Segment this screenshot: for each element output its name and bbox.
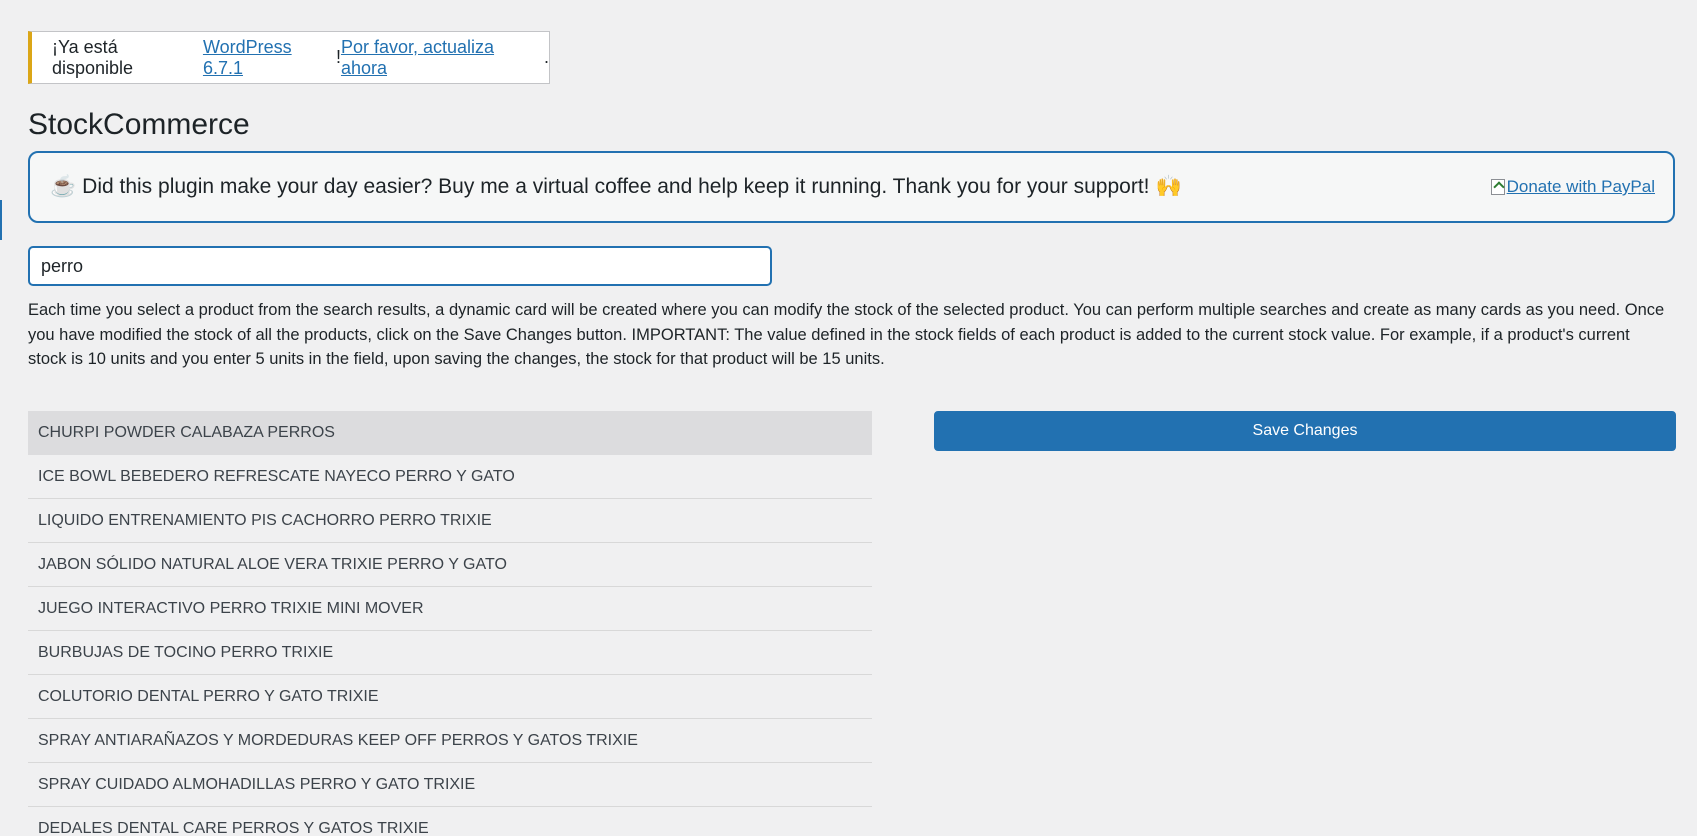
search-result-item[interactable]: COLUTORIO DENTAL PERRO Y GATO TRIXIE [28, 675, 872, 719]
coffee-icon: ☕ [50, 175, 77, 198]
wordpress-version-link[interactable]: WordPress 6.7.1 [203, 37, 336, 79]
raised-hands-icon: 🙌 [1155, 175, 1182, 198]
page-title: StockCommerce [28, 108, 250, 141]
search-result-item[interactable]: LIQUIDO ENTRENAMIENTO PIS CACHORRO PERRO… [28, 499, 872, 543]
save-changes-button[interactable]: Save Changes [934, 411, 1676, 451]
search-result-item[interactable]: JUEGO INTERACTIVO PERRO TRIXIE MINI MOVE… [28, 587, 872, 631]
product-search-input[interactable] [28, 246, 772, 286]
update-notice: ¡Ya está disponible WordPress 6.7.1 ! Po… [28, 31, 550, 84]
broken-image-icon [1490, 179, 1505, 195]
search-result-item[interactable]: ICE BOWL BEBEDERO REFRESCATE NAYECO PERR… [28, 455, 872, 499]
search-result-item[interactable]: SPRAY CUIDADO ALMOHADILLAS PERRO Y GATO … [28, 763, 872, 807]
notice-prefix: ¡Ya está disponible [52, 36, 134, 78]
donate-text: Did this plugin make your day easier? Bu… [82, 175, 1150, 198]
donate-link-label: Donate with PayPal [1506, 177, 1655, 196]
search-result-item[interactable]: SPRAY ANTIARAÑAZOS Y MORDEDURAS KEEP OFF… [28, 719, 872, 763]
search-results-list: CHURPI POWDER CALABAZA PERROS ICE BOWL BE… [28, 411, 872, 836]
search-result-item[interactable]: CHURPI POWDER CALABAZA PERROS [28, 411, 872, 455]
instructions-text: Each time you select a product from the … [28, 301, 1665, 368]
donate-message: ☕ Did this plugin make your day easier? … [50, 175, 1182, 199]
admin-menu-edge [0, 200, 2, 240]
search-result-item[interactable]: BURBUJAS DE TOCINO PERRO TRIXIE [28, 631, 872, 675]
search-result-item[interactable]: DEDALES DENTAL CARE PERROS Y GATOS TRIXI… [28, 807, 872, 836]
search-result-item[interactable]: JABON SÓLIDO NATURAL ALOE VERA TRIXIE PE… [28, 543, 872, 587]
admin-page: ¡Ya está disponible WordPress 6.7.1 ! Po… [0, 0, 1697, 836]
update-now-link[interactable]: Por favor, actualiza ahora [341, 37, 544, 79]
notice-suffix: . [543, 47, 549, 67]
donate-banner: ☕ Did this plugin make your day easier? … [28, 151, 1675, 223]
donate-paypal-link[interactable]: Donate with PayPal [1490, 177, 1655, 197]
